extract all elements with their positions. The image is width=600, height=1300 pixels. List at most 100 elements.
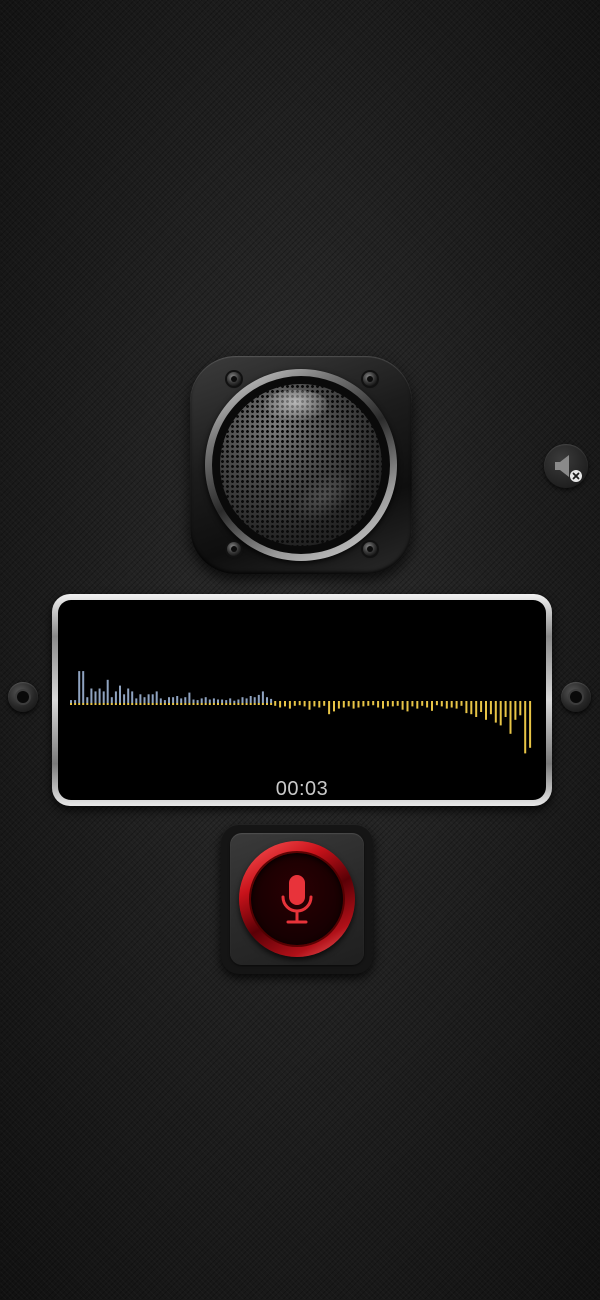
waveform-baseline-dot	[241, 703, 244, 705]
record-button[interactable]	[230, 833, 364, 965]
record-ring	[239, 841, 355, 957]
waveform-baseline-dot	[357, 701, 360, 703]
waveform-bar-live	[367, 703, 370, 706]
waveform-bar-recorded	[257, 694, 260, 703]
waveform-chart	[70, 671, 532, 754]
waveform-bar-recorded	[237, 699, 240, 703]
waveform-baseline-dot	[200, 703, 203, 705]
grille-highlight	[264, 390, 328, 420]
waveform-bar-recorded	[225, 700, 228, 703]
waveform-baseline-dot	[172, 703, 175, 705]
waveform-baseline-dot	[494, 701, 497, 703]
waveform-baseline-dot	[426, 701, 429, 703]
waveform-bar-live	[382, 703, 384, 709]
waveform-baseline-dot	[352, 701, 355, 703]
waveform-baseline-dot	[455, 701, 458, 703]
waveform-baseline-dot	[504, 701, 507, 703]
waveform-baseline-dot	[514, 701, 517, 703]
waveform-baseline-dot	[94, 703, 97, 705]
waveform-baseline-dot	[391, 701, 394, 703]
waveform-bar-live	[494, 703, 497, 723]
waveform-baseline-dot	[70, 703, 72, 705]
waveform-bar-live	[450, 703, 453, 708]
waveform-bar-live	[416, 703, 419, 709]
waveform-baseline-dot	[480, 701, 483, 703]
speaker-muted-icon	[555, 455, 582, 482]
waveform-baseline-dot	[204, 703, 207, 705]
waveform-baseline-dot	[180, 703, 183, 705]
waveform-bar-recorded	[159, 698, 162, 703]
waveform-baseline-dot	[337, 701, 340, 703]
waveform-bar-recorded	[119, 685, 121, 703]
waveform-baseline-dot	[123, 703, 126, 705]
waveform-bar-recorded	[229, 698, 232, 703]
waveform-baseline-dot	[333, 701, 335, 703]
waveform-bar-recorded	[98, 688, 101, 703]
waveform-baseline-dot	[253, 703, 256, 705]
waveform-baseline-dot	[342, 701, 345, 703]
waveform-baseline-dot	[382, 701, 384, 703]
waveform-baseline-dot	[485, 701, 487, 703]
waveform-bar-live	[362, 703, 365, 707]
waveform-bar-recorded	[221, 699, 224, 703]
waveform-baseline-dot	[460, 701, 463, 703]
waveform-bar-live	[421, 703, 424, 706]
waveform-baseline-dot	[298, 701, 301, 703]
waveform-bar-live	[284, 703, 286, 707]
waveform-bar-live	[377, 703, 380, 708]
waveform-bar-live	[298, 703, 301, 706]
waveform-bar-live	[480, 703, 483, 712]
waveform-bar-live	[313, 703, 316, 707]
waveform-bar-live	[328, 703, 331, 715]
waveform-baseline-dot	[151, 703, 154, 705]
mute-button[interactable]	[544, 444, 588, 488]
waveform-baseline-dot	[257, 703, 260, 705]
waveform-baseline-dot	[192, 703, 195, 705]
waveform-baseline-dot	[147, 703, 150, 705]
waveform-bar-recorded	[163, 700, 166, 703]
waveform-bar-live	[524, 703, 527, 754]
waveform-bar-recorded	[249, 696, 252, 703]
waveform-bar-recorded	[188, 692, 191, 703]
screw-icon	[227, 372, 241, 386]
waveform-bar-live	[445, 703, 448, 709]
waveform-baseline-dot	[261, 703, 264, 705]
waveform-baseline-dot	[131, 703, 134, 705]
waveform-baseline-dot	[279, 701, 282, 703]
waveform-baseline-dot	[78, 703, 81, 705]
waveform-bar-recorded	[135, 698, 138, 703]
waveform-baseline-dot	[245, 703, 248, 705]
waveform-baseline-dot	[110, 703, 113, 705]
waveform-baseline-dot	[529, 701, 532, 703]
waveform-bar-live	[372, 703, 375, 706]
waveform-bar-recorded	[143, 697, 146, 703]
waveform-bar-live	[303, 703, 306, 707]
waveform-baseline-dot	[450, 701, 453, 703]
waveform-baseline-dot	[308, 701, 311, 703]
waveform-bar-live	[337, 703, 340, 709]
waveform-bar-recorded	[196, 700, 199, 703]
waveform-bar-live	[357, 703, 360, 708]
waveform-bar-live	[288, 703, 291, 709]
waveform-bar-live	[440, 703, 443, 707]
waveform-baseline-dot	[411, 701, 414, 703]
recording-timer: 00:03	[275, 778, 329, 800]
grille-shine	[284, 459, 366, 533]
waveform-bar-live	[352, 703, 355, 709]
waveform-bar-recorded	[208, 699, 211, 703]
speaker-unit	[190, 356, 412, 574]
waveform-bar-live	[274, 703, 277, 706]
waveform-bar-recorded	[204, 697, 207, 703]
waveform-baseline-dot	[139, 703, 142, 705]
waveform-bar-recorded	[261, 691, 264, 703]
waveform-bar-recorded	[172, 697, 175, 703]
waveform-baseline-dot	[396, 701, 399, 703]
waveform-baseline-dot	[119, 703, 121, 705]
waveform-bar-live	[475, 703, 478, 717]
waveform-bar-recorded	[114, 691, 117, 703]
waveform-baseline-dot	[293, 701, 296, 703]
waveform-baseline-dot	[98, 703, 101, 705]
waveform-baseline-dot	[270, 703, 273, 705]
waveform-baseline-dot	[362, 701, 365, 703]
waveform-bar-recorded	[94, 691, 97, 703]
